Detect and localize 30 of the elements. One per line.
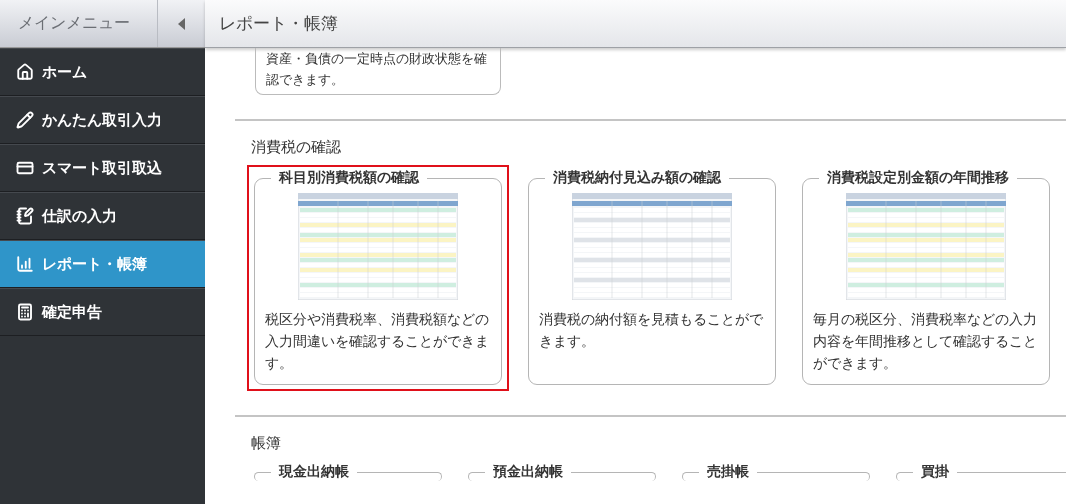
menu-item[interactable]: スマート取引取込 <box>0 144 205 192</box>
section-title: 帳簿 <box>251 433 282 453</box>
home-icon <box>16 63 34 81</box>
card-description[interactable]: 資産・負債の一定時点の財政状態を確認できます。 <box>255 48 501 95</box>
card-icon <box>16 159 34 177</box>
calculator-icon <box>16 303 34 321</box>
notebook-icon <box>16 207 34 225</box>
card-title: 現金出納帳 <box>277 463 350 481</box>
page-title: レポート・帳簿 <box>205 0 1066 48</box>
card-title: 消費税設定別金額の年間推移 <box>826 169 1010 187</box>
report-card[interactable]: 科目別消費税額の確認 税区分や消費税率、消費税額などの入力間違いを確認することができます。 <box>254 169 502 385</box>
menu-item[interactable]: 仕訳の入力 <box>0 192 205 240</box>
card-description: 税区分や消費税率、消費税額などの入力間違いを確認することができます。 <box>265 310 490 373</box>
section-title: 消費税の確認 <box>251 137 342 157</box>
card-title: 科目別消費税額の確認 <box>277 169 420 187</box>
caret-left-icon <box>178 17 185 30</box>
menu-item[interactable]: ホーム <box>0 48 205 96</box>
card-title: 預金出納帳 <box>492 463 564 481</box>
card-title: 買掛 <box>920 463 950 481</box>
card-title: 消費税納付見込み額の確認 <box>552 169 722 187</box>
card-description: 毎月の税区分、消費税率などの入力内容を年間推移として確認することができます。 <box>813 310 1038 373</box>
card-description: 消費税の納付額を見積もることができます。 <box>539 310 764 351</box>
menu-item[interactable]: かんたん取引入力 <box>0 96 205 144</box>
bar-chart-icon <box>16 255 34 273</box>
pencil-icon <box>16 111 34 129</box>
card-title: 売掛帳 <box>706 463 750 481</box>
sidebar-title: メインメニュー <box>17 12 131 34</box>
report-card[interactable]: 消費税納付見込み額の確認 消費税の納付額を見積もることができます。 <box>528 169 776 385</box>
menu-item[interactable]: 確定申告 <box>0 288 205 336</box>
report-card[interactable]: 消費税設定別金額の年間推移 毎月の税区分、消費税率などの入力内容を年間推移として確認することができます。 <box>802 169 1050 385</box>
